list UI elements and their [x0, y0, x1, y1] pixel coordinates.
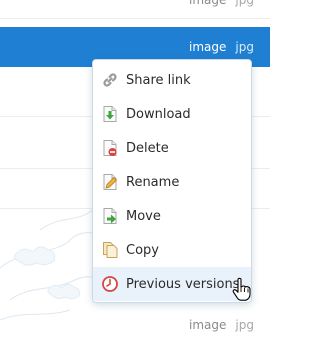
menu-item-label: Download [126, 106, 191, 122]
menu-item-move[interactable]: Move [93, 199, 251, 233]
file-row[interactable]: image jpg [0, 309, 270, 341]
file-meta: image jpg [189, 0, 254, 7]
menu-item-delete[interactable]: Delete [93, 131, 251, 165]
menu-item-label: Previous versions [126, 276, 240, 292]
delete-icon [103, 140, 117, 156]
hand-cursor-icon [232, 277, 251, 301]
menu-item-label: Move [126, 208, 161, 224]
copy-icon [103, 242, 118, 258]
file-row[interactable]: image jpg [0, 0, 270, 19]
file-type: image [189, 40, 227, 54]
rename-icon [103, 174, 118, 190]
menu-item-label: Copy [126, 242, 159, 258]
menu-item-label: Share link [126, 72, 191, 88]
menu-item-label: Delete [126, 140, 169, 156]
context-menu: Share link Download Delete Rename Move C… [92, 59, 252, 303]
download-icon [103, 106, 117, 122]
file-extension: jpg [235, 40, 254, 54]
menu-item-share-link[interactable]: Share link [93, 63, 251, 97]
clock-icon [102, 276, 118, 292]
menu-item-copy[interactable]: Copy [93, 233, 251, 267]
menu-item-previous-versions[interactable]: Previous versions [93, 267, 251, 301]
file-meta: image jpg [189, 40, 254, 54]
move-icon [103, 208, 117, 224]
file-type: image [189, 0, 227, 7]
file-extension: jpg [235, 0, 254, 7]
menu-item-download[interactable]: Download [93, 97, 251, 131]
file-extension: jpg [235, 318, 254, 332]
file-type: image [189, 318, 227, 332]
link-icon [103, 73, 117, 87]
menu-item-label: Rename [126, 174, 180, 190]
file-meta: image jpg [189, 318, 254, 332]
menu-item-rename[interactable]: Rename [93, 165, 251, 199]
